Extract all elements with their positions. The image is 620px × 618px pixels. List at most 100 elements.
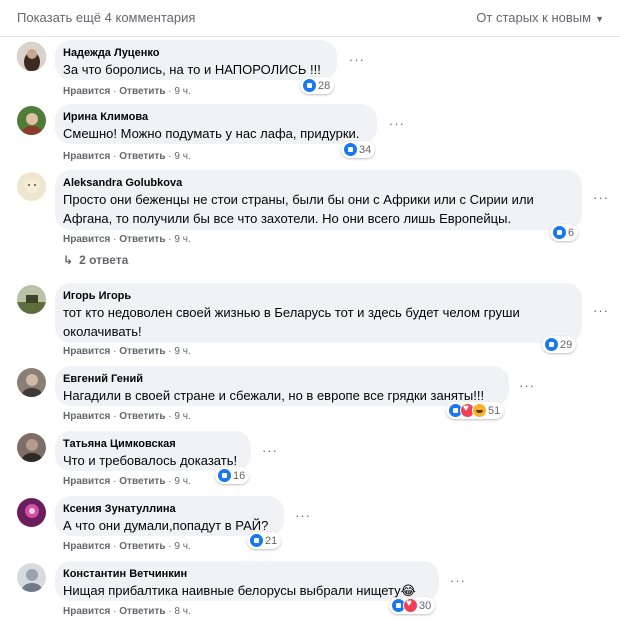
comment-bubble: Ксения Зунатуллина А что они думали,попа… bbox=[55, 496, 284, 536]
comment-actions: Нравится · Ответить · 9 ч. bbox=[63, 346, 191, 357]
like-icon bbox=[249, 533, 264, 548]
comment-text: Нищая прибалтика наивные белорусы выбрал… bbox=[63, 583, 416, 598]
reaction-count[interactable]: 28 bbox=[300, 77, 335, 94]
comment-time[interactable]: 8 ч. bbox=[174, 606, 190, 617]
comment-author[interactable]: Aleksandra Golubkova bbox=[63, 176, 572, 190]
comment-actions: Нравится · Ответить · 9 ч. bbox=[63, 151, 191, 162]
comment-actions: Нравится · Ответить · 9 ч. bbox=[63, 86, 191, 97]
like-button[interactable]: Нравится bbox=[63, 411, 110, 422]
comment-time[interactable]: 9 ч. bbox=[174, 346, 190, 357]
like-icon bbox=[544, 337, 559, 352]
comment-text: Смешно! Можно подумать у нас лафа, приду… bbox=[63, 126, 360, 141]
reaction-count[interactable]: 34 bbox=[341, 141, 376, 158]
reaction-count[interactable]: 51 bbox=[446, 402, 505, 419]
comment-time[interactable]: 9 ч. bbox=[174, 86, 190, 97]
comment-actions: Нравится · Ответить · 9 ч. bbox=[63, 411, 191, 422]
comment-bubble: Игорь Игорь тот кто недоволен своей жизн… bbox=[55, 283, 582, 343]
reply-button[interactable]: Ответить bbox=[119, 86, 165, 97]
reply-button[interactable]: Ответить bbox=[119, 606, 165, 617]
comment-bubble: Надежда Луценко За что боролись, на то и… bbox=[55, 40, 337, 80]
like-button[interactable]: Нравится bbox=[63, 151, 110, 162]
like-button[interactable]: Нравится bbox=[63, 606, 110, 617]
more-options-icon[interactable]: ··· bbox=[593, 190, 609, 205]
comment-author[interactable]: Игорь Игорь bbox=[63, 289, 572, 303]
avatar[interactable] bbox=[17, 433, 46, 462]
sort-dropdown[interactable]: От старых к новым ▼ bbox=[476, 10, 604, 25]
reaction-number: 29 bbox=[560, 338, 573, 351]
reply-button[interactable]: Ответить bbox=[119, 151, 165, 162]
reaction-count[interactable]: 16 bbox=[215, 467, 250, 484]
comment-text: Просто они беженцы не стои страны, были … bbox=[63, 192, 534, 226]
reaction-count[interactable]: 21 bbox=[247, 532, 282, 549]
reaction-number: 30 bbox=[419, 599, 432, 612]
reply-button[interactable]: Ответить bbox=[119, 476, 165, 487]
comment-bubble: Aleksandra Golubkova Просто они беженцы … bbox=[55, 170, 582, 230]
avatar[interactable] bbox=[17, 498, 46, 527]
avatar[interactable] bbox=[17, 285, 46, 314]
like-button[interactable]: Нравится bbox=[63, 234, 110, 245]
avatar[interactable] bbox=[17, 172, 46, 201]
comment-author[interactable]: Константин Ветчинкин bbox=[63, 567, 429, 581]
like-icon bbox=[217, 468, 232, 483]
comment-author[interactable]: Евгений Гений bbox=[63, 372, 499, 386]
like-button[interactable]: Нравится bbox=[63, 86, 110, 97]
comment-bubble: Константин Ветчинкин Нищая прибалтика на… bbox=[55, 561, 439, 601]
comment-time[interactable]: 9 ч. bbox=[174, 151, 190, 162]
show-more-comments-link[interactable]: Показать ещё 4 комментария bbox=[17, 10, 195, 25]
like-button[interactable]: Нравится bbox=[63, 476, 110, 487]
comment-author[interactable]: Ирина Климова bbox=[63, 110, 367, 124]
comment-time[interactable]: 9 ч. bbox=[174, 411, 190, 422]
more-options-icon[interactable]: ··· bbox=[519, 378, 535, 393]
like-button[interactable]: Нравится bbox=[63, 346, 110, 357]
comment-bubble: Татьяна Цимковская Что и требовалось док… bbox=[55, 431, 251, 471]
reaction-number: 51 bbox=[488, 404, 501, 417]
comment-time[interactable]: 9 ч. bbox=[174, 234, 190, 245]
comment-bubble: Евгений Гений Нагадили в своей стране и … bbox=[55, 366, 509, 406]
haha-icon bbox=[472, 403, 487, 418]
reply-button[interactable]: Ответить bbox=[119, 411, 165, 422]
more-options-icon[interactable]: ··· bbox=[262, 443, 278, 458]
reaction-count[interactable]: 30 bbox=[389, 597, 436, 614]
reaction-count[interactable]: 6 bbox=[550, 224, 579, 241]
sort-label: От старых к новым bbox=[476, 10, 592, 25]
comment-text: Нагадили в своей стране и сбежали, но в … bbox=[63, 388, 485, 403]
more-options-icon[interactable]: ··· bbox=[593, 303, 609, 318]
comment-time[interactable]: 9 ч. bbox=[174, 476, 190, 487]
avatar[interactable] bbox=[17, 563, 46, 592]
reply-button[interactable]: Ответить bbox=[119, 346, 165, 357]
comments-header: Показать ещё 4 комментария От старых к н… bbox=[0, 0, 620, 37]
reaction-number: 34 bbox=[359, 143, 372, 156]
like-icon bbox=[552, 225, 567, 240]
comment-author[interactable]: Ксения Зунатуллина bbox=[63, 502, 274, 516]
reply-button[interactable]: Ответить bbox=[119, 541, 165, 552]
more-options-icon[interactable]: ··· bbox=[450, 573, 466, 588]
heart-icon bbox=[403, 598, 418, 613]
comment-bubble: Ирина Климова Смешно! Можно подумать у н… bbox=[55, 104, 377, 144]
comment-actions: Нравится · Ответить · 9 ч. bbox=[63, 476, 191, 487]
reaction-number: 21 bbox=[265, 534, 278, 547]
avatar[interactable] bbox=[17, 42, 46, 71]
reaction-count[interactable]: 29 bbox=[542, 336, 577, 353]
more-options-icon[interactable]: ··· bbox=[389, 116, 405, 131]
comment-actions: Нравится · Ответить · 9 ч. bbox=[63, 541, 191, 552]
comment-author[interactable]: Надежда Луценко bbox=[63, 46, 327, 60]
reply-arrow-icon: ↳ bbox=[63, 253, 74, 267]
view-replies-link[interactable]: ↳ 2 ответа bbox=[63, 253, 128, 267]
avatar[interactable] bbox=[17, 368, 46, 397]
reaction-number: 6 bbox=[568, 226, 575, 239]
like-button[interactable]: Нравится bbox=[63, 541, 110, 552]
comment-time[interactable]: 9 ч. bbox=[174, 541, 190, 552]
more-options-icon[interactable]: ··· bbox=[349, 52, 365, 67]
comment-actions: Нравится · Ответить · 8 ч. bbox=[63, 606, 191, 617]
comment-text: Что и требовалось доказать! bbox=[63, 453, 238, 468]
comment-author[interactable]: Татьяна Цимковская bbox=[63, 437, 241, 451]
reaction-number: 16 bbox=[233, 469, 246, 482]
more-options-icon[interactable]: ··· bbox=[295, 508, 311, 523]
reply-button[interactable]: Ответить bbox=[119, 234, 165, 245]
like-icon bbox=[302, 78, 317, 93]
avatar[interactable] bbox=[17, 106, 46, 135]
chevron-down-icon: ▼ bbox=[595, 14, 604, 24]
reaction-number: 28 bbox=[318, 79, 331, 92]
replies-count: 2 ответа bbox=[79, 253, 129, 267]
comment-actions: Нравится · Ответить · 9 ч. bbox=[63, 234, 191, 245]
